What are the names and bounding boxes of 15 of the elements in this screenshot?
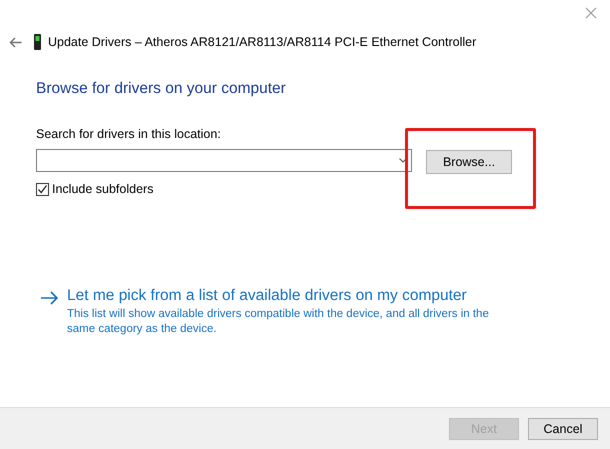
page-heading: Browse for drivers on your computer <box>36 80 287 98</box>
device-icon <box>34 34 41 50</box>
cancel-button[interactable]: Cancel <box>528 418 598 440</box>
window-title: Update Drivers – Atheros AR8121/AR8113/AR8114 PCI-E Ethernet Controller <box>48 35 476 49</box>
caret-icon[interactable] <box>399 158 407 163</box>
pick-driver-link[interactable]: Let me pick from a list of available drivers on my computer <box>67 287 517 305</box>
field-label: Search for drivers in this location: <box>36 127 222 141</box>
back-arrow-icon[interactable] <box>8 36 22 48</box>
close-icon[interactable] <box>585 7 597 19</box>
location-combo-box[interactable] <box>36 149 412 172</box>
checkbox[interactable] <box>36 182 49 196</box>
link-description: This list will show available drivers compatible with the device, and all drivers in the same category as the device. <box>67 307 490 337</box>
checkbox-label: Include subfolders <box>52 182 154 196</box>
arrow-icon <box>40 291 59 305</box>
browse-button[interactable]: Browse... <box>426 150 512 174</box>
